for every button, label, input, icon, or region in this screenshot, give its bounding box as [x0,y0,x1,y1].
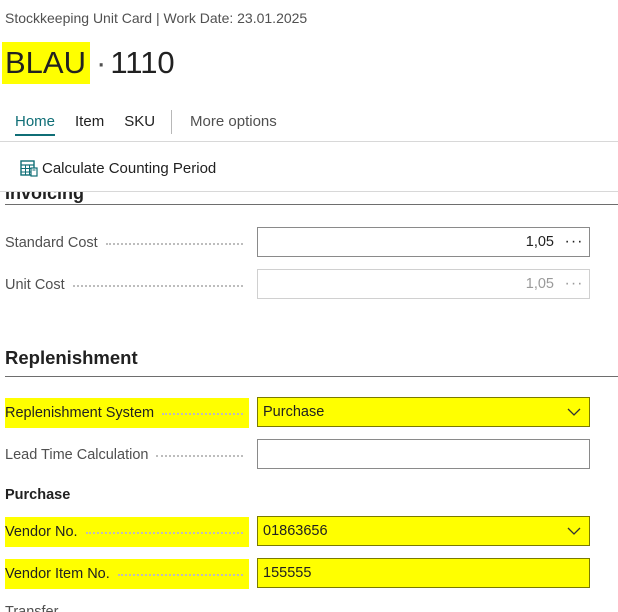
page-title-number: 1110 [110,45,175,80]
lead-time-calculation-label: Lead Time Calculation [5,440,249,470]
vendor-item-no-field[interactable]: 155555 [257,558,590,588]
tabs-divider [0,141,618,142]
standard-cost-label-text: Standard Cost [5,235,98,251]
tab-item[interactable]: Item [65,108,114,136]
breadcrumb: Stockkeeping Unit Card | Work Date: 23.0… [5,10,308,26]
page-title-key: BLAU [2,42,90,84]
vendor-item-no-label: Vendor Item No. [5,559,249,589]
unit-cost-label-text: Unit Cost [5,277,65,293]
replenishment-system-value: Purchase [263,404,325,420]
replenishment-system-label: Replenishment System [5,398,249,428]
invoicing-section-header[interactable]: Invoicing [0,192,618,204]
replenishment-system-select[interactable]: Purchase [257,397,590,427]
page-title: BLAU · 1110 [2,42,175,84]
label-dots [117,573,243,576]
invoicing-section-rule [5,204,618,205]
label-dots [156,454,243,457]
label-dots [162,412,243,415]
replenishment-section-title[interactable]: Replenishment [5,347,138,369]
transfer-group-title-text: Transfer [5,604,59,612]
transfer-group-title: Transfer [0,604,618,612]
lead-time-calculation-label-text: Lead Time Calculation [5,447,149,463]
vendor-item-no-label-text: Vendor Item No. [5,566,110,582]
tab-more-options[interactable]: More options [180,108,287,136]
action-tabs: Home Item SKU More options [5,108,287,136]
chevron-down-icon[interactable] [559,527,589,535]
standard-cost-value: 1,05 [525,234,554,250]
tab-home[interactable]: Home [5,108,65,136]
unit-cost-value: 1,05 [525,276,554,292]
label-dots [105,242,243,245]
ellipsis-icon: ··· [564,275,584,292]
standard-cost-label: Standard Cost [5,228,249,258]
ellipsis-icon[interactable]: ··· [559,233,589,251]
unit-cost-label: Unit Cost [5,270,249,300]
calculate-counting-period-button[interactable]: Calculate Counting Period [20,156,216,180]
tab-divider [171,110,173,134]
replenishment-section-rule [5,376,618,377]
label-dots [85,531,243,534]
calculator-grid-icon [20,160,38,177]
replenishment-system-label-text: Replenishment System [5,405,155,421]
vendor-item-no-value: 155555 [263,565,312,581]
vendor-no-select[interactable]: 01863656 [257,516,590,546]
page-title-separator: · [95,45,107,80]
invoicing-section-title: Invoicing [5,192,85,203]
label-dots [72,284,243,287]
vendor-no-label: Vendor No. [5,517,249,547]
vendor-no-label-text: Vendor No. [5,524,78,540]
standard-cost-field[interactable]: 1,05 ··· [257,227,590,257]
calculate-counting-period-label: Calculate Counting Period [42,159,217,177]
lead-time-calculation-field[interactable] [257,439,590,469]
unit-cost-field: 1,05 ··· [257,269,590,299]
purchase-group-title: Purchase [5,487,71,503]
tab-sku[interactable]: SKU [114,108,165,136]
chevron-down-icon[interactable] [559,408,589,416]
vendor-no-value: 01863656 [263,523,328,539]
